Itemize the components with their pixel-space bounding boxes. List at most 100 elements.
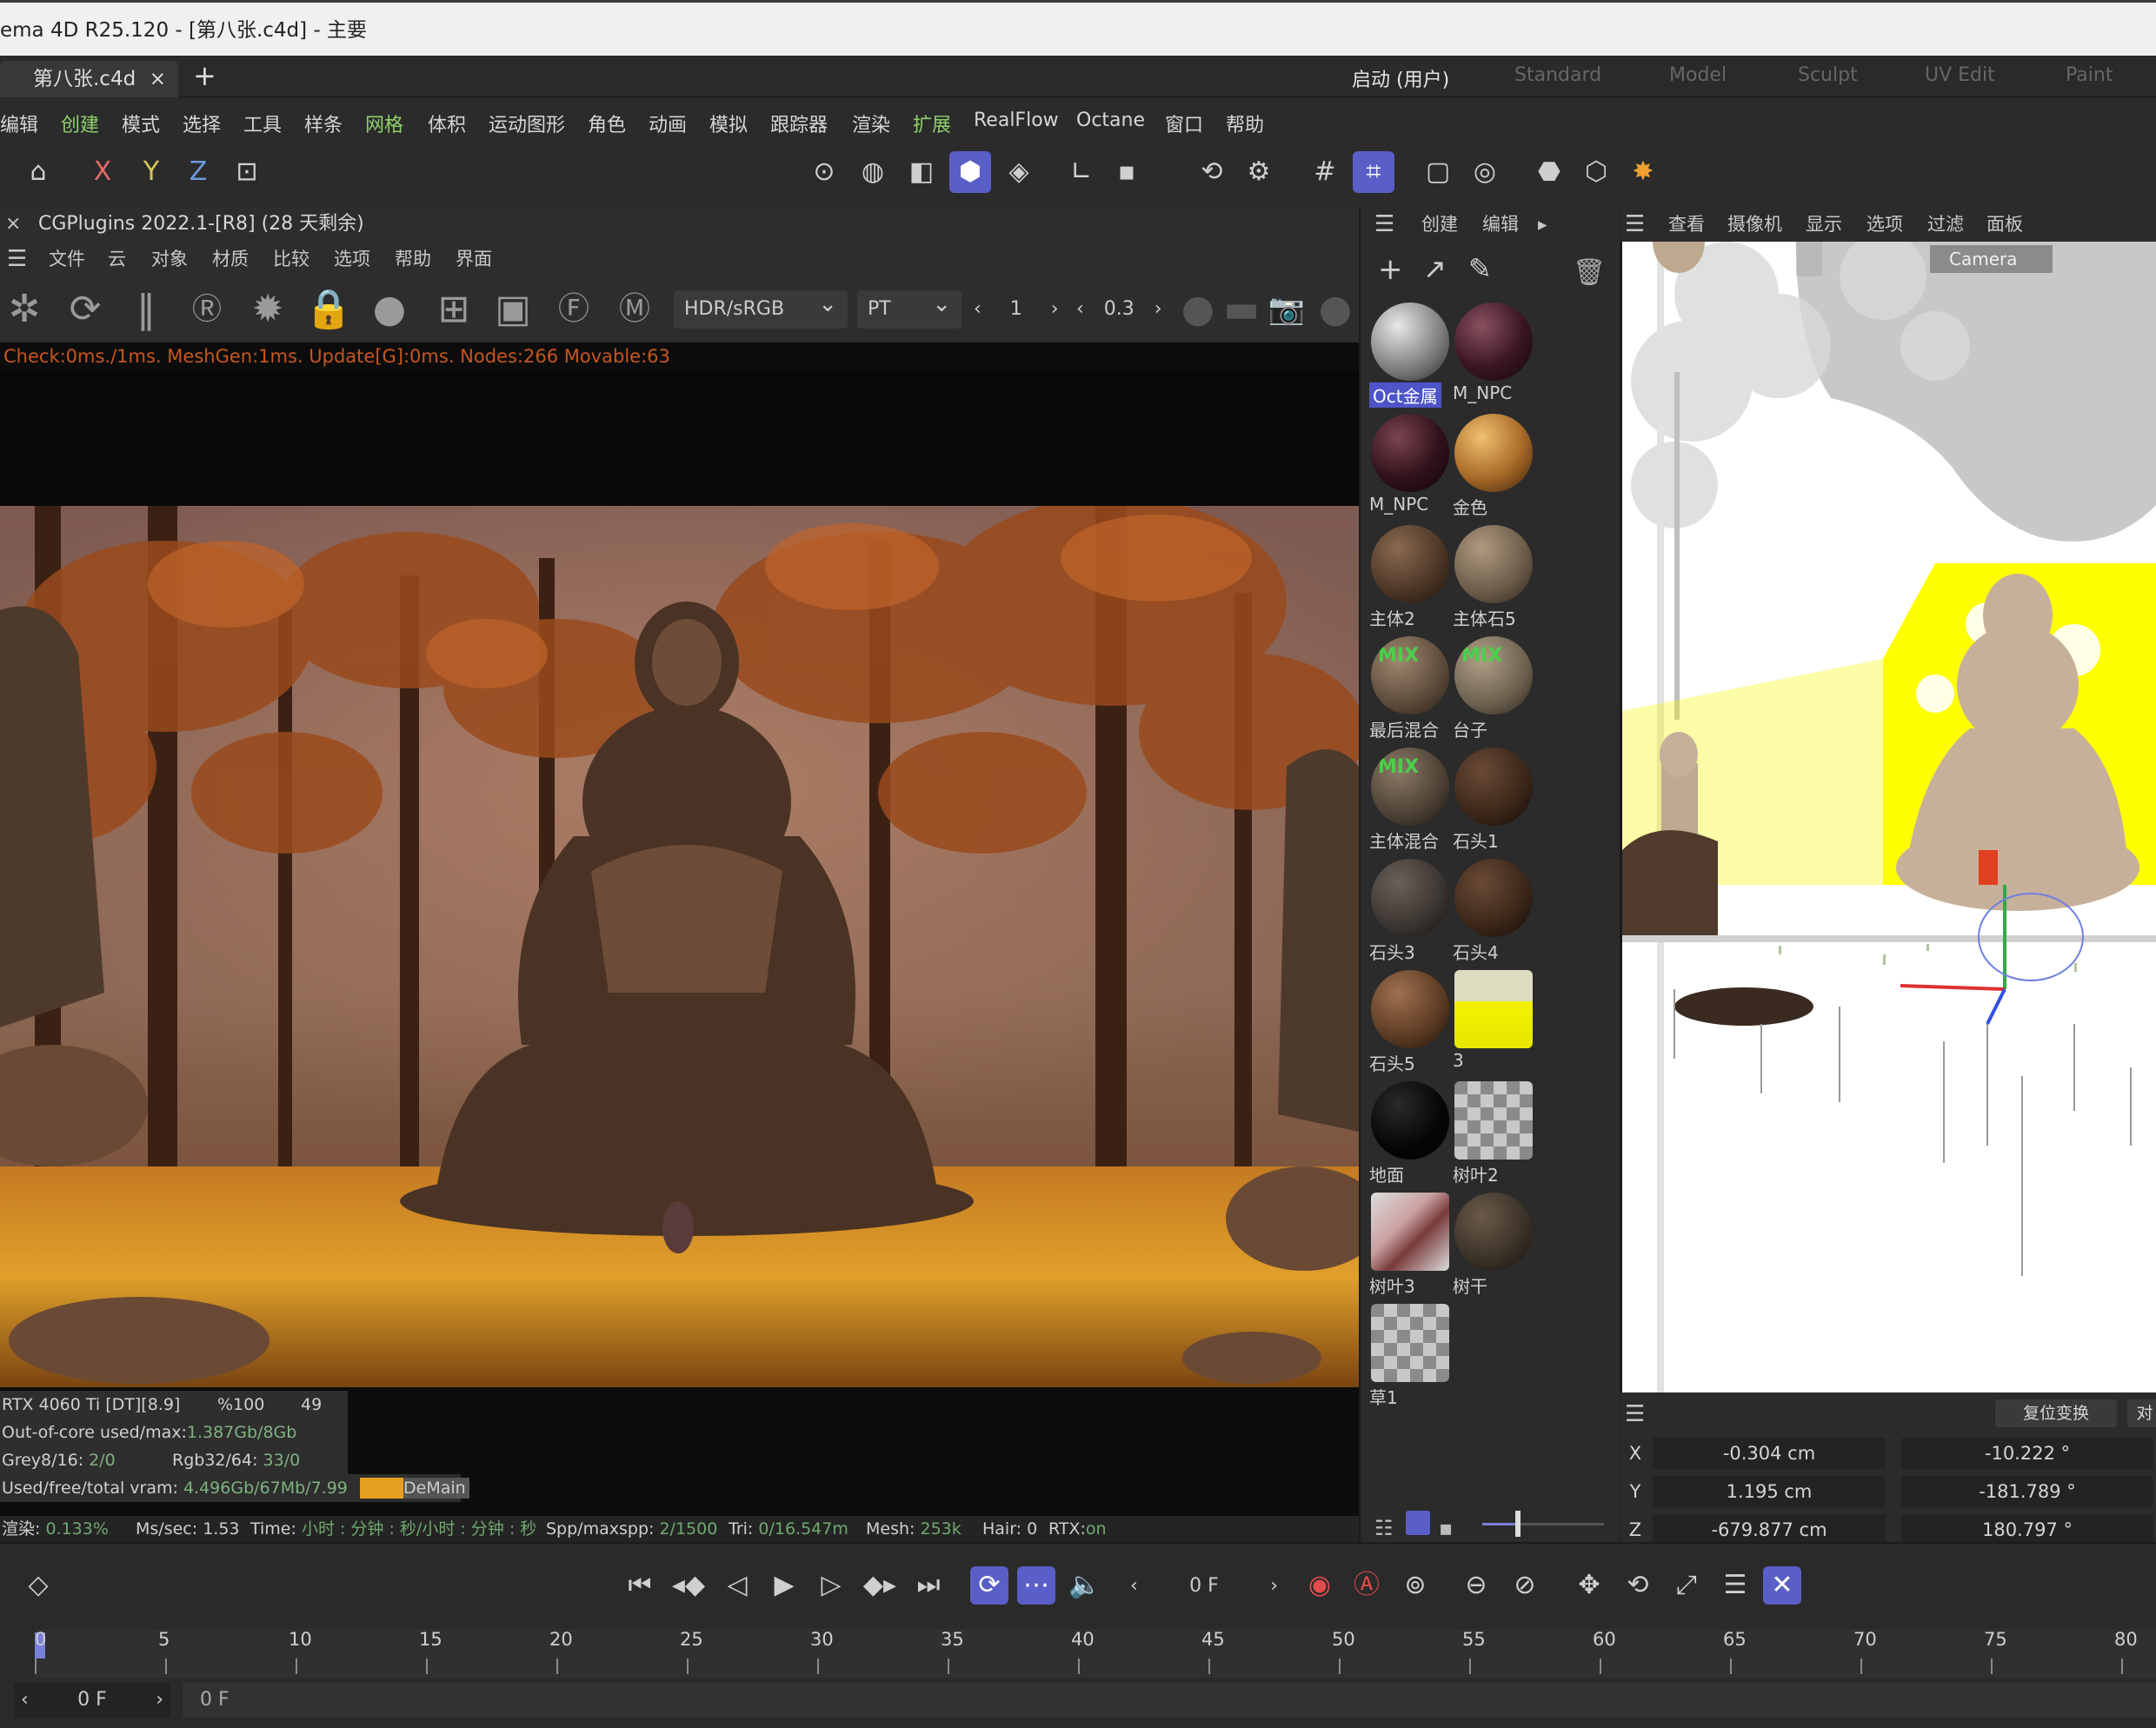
- kernel-dropdown[interactable]: PT: [857, 285, 962, 329]
- add-material-icon[interactable]: +: [1378, 252, 1403, 287]
- uv-mode-icon[interactable]: ◈: [998, 151, 1040, 193]
- snap-icon[interactable]: ⟲: [1191, 151, 1233, 193]
- edge-mode-icon[interactable]: ◧: [901, 151, 942, 193]
- material-swatch[interactable]: [1371, 525, 1449, 603]
- menu-octane[interactable]: Octane: [1076, 110, 1145, 131]
- menu-simulate[interactable]: 模拟: [709, 110, 748, 137]
- viewport-menu-filter[interactable]: 过滤: [1927, 207, 1964, 242]
- material-name[interactable]: 地面: [1369, 1161, 1404, 1186]
- material-swatch[interactable]: [1371, 970, 1449, 1048]
- playback-rate-icon[interactable]: ⋯: [1017, 1566, 1055, 1605]
- parameter-key-icon[interactable]: ☰: [1716, 1566, 1754, 1605]
- z-axis-lock-button[interactable]: Z: [177, 151, 219, 193]
- record-keys-icon[interactable]: ◉: [1301, 1566, 1339, 1605]
- menu-animate[interactable]: 动画: [649, 110, 687, 137]
- material-name[interactable]: 主体混合: [1369, 827, 1439, 853]
- material-name[interactable]: 树叶3: [1369, 1273, 1415, 1298]
- material-menu-more-icon[interactable]: ▸: [1538, 207, 1547, 242]
- material-swatch[interactable]: [1371, 859, 1449, 937]
- delete-material-icon[interactable]: 🗑: [1573, 257, 1606, 288]
- menu-realflow[interactable]: RealFlow: [974, 110, 1059, 131]
- material-name[interactable]: 最后混合: [1369, 716, 1439, 741]
- material-name[interactable]: 石头3: [1369, 939, 1415, 964]
- material-swatch[interactable]: [1454, 748, 1533, 826]
- pause-render-icon[interactable]: ‖: [122, 285, 170, 334]
- go-to-end-icon[interactable]: ⏭: [909, 1566, 948, 1605]
- lock-icon[interactable]: 🔒: [304, 285, 353, 334]
- material-swatch[interactable]: [1454, 302, 1533, 381]
- material-name[interactable]: 草1: [1369, 1384, 1398, 1409]
- move-icon[interactable]: ↗: [1423, 252, 1447, 285]
- material-swatch[interactable]: [1371, 302, 1449, 381]
- render-region-icon[interactable]: ◎: [1464, 151, 1506, 193]
- menu-extensions[interactable]: 扩展: [913, 110, 951, 137]
- new-tab-button[interactable]: +: [193, 59, 216, 92]
- send-scene-icon[interactable]: ✲: [0, 285, 49, 334]
- material-swatch[interactable]: [1371, 1304, 1449, 1382]
- layout-tab-startup[interactable]: 启动 (用户): [1344, 64, 1457, 103]
- menu-select[interactable]: 选择: [183, 110, 221, 137]
- apply-button[interactable]: 对: [2127, 1399, 2156, 1427]
- next-key-icon[interactable]: ◆▸: [861, 1566, 899, 1605]
- list-view-icon[interactable]: ☷: [1374, 1516, 1394, 1540]
- scale-key-icon[interactable]: ⤢: [1667, 1566, 1706, 1605]
- autokey-icon[interactable]: Ⓐ: [1348, 1566, 1386, 1605]
- snap-settings-icon[interactable]: ⚙: [1238, 151, 1280, 193]
- material-name[interactable]: Oct金属: [1369, 382, 1441, 408]
- next-frame-icon[interactable]: ▷: [812, 1566, 850, 1605]
- material-swatch[interactable]: [1371, 414, 1449, 492]
- point-mode-icon[interactable]: ◍: [852, 151, 894, 193]
- live-viewer-icon[interactable]: ✸: [1622, 151, 1664, 193]
- timeline-settings-icon[interactable]: ⊘: [1506, 1566, 1544, 1605]
- viewport-menu-camera[interactable]: 摄像机: [1727, 207, 1782, 242]
- layout-tab-model[interactable]: Model: [1669, 64, 1727, 86]
- timeline-ruler[interactable]: 0 5 10 15 20 25 30 35 40 45 50 55 60 65 70 75 80: [35, 1629, 2156, 1678]
- menu-mograph[interactable]: 运动图形: [489, 110, 565, 137]
- octane-menu-objects[interactable]: 对象: [151, 242, 188, 276]
- close-tab-icon[interactable]: ×: [150, 61, 166, 97]
- add-region-icon[interactable]: ⊞: [429, 285, 478, 334]
- material-name[interactable]: 石头1: [1453, 827, 1499, 853]
- camera-badge[interactable]: Camera: [1930, 245, 2053, 273]
- position-field-z[interactable]: -679.877 cm: [1653, 1514, 1886, 1545]
- grid-view-icon[interactable]: [1406, 1511, 1430, 1535]
- material-ball-icon[interactable]: ●: [365, 285, 414, 334]
- material-name[interactable]: M_NPC: [1369, 494, 1428, 515]
- previous-key-icon[interactable]: ◂◆: [669, 1566, 708, 1605]
- viewport-menu-panel[interactable]: 面板: [1986, 207, 2023, 242]
- record-icon[interactable]: ●: [1174, 285, 1222, 334]
- play-icon[interactable]: ▶: [765, 1566, 803, 1605]
- menu-tools[interactable]: 工具: [243, 110, 282, 137]
- rotation-field-y[interactable]: -181.789 °: [1901, 1476, 2153, 1507]
- octane-menu-materials[interactable]: 材质: [212, 242, 249, 276]
- menu-character[interactable]: 角色: [588, 110, 626, 137]
- material-swatch[interactable]: MIX: [1454, 636, 1533, 714]
- material-menu-create[interactable]: 创建: [1421, 207, 1458, 242]
- overlay-icon[interactable]: ●: [1311, 285, 1360, 334]
- material-swatch[interactable]: MIX: [1371, 748, 1449, 826]
- focus-region-icon[interactable]: ▣: [489, 285, 537, 334]
- loop-icon[interactable]: ⟳: [970, 1566, 1008, 1605]
- material-name[interactable]: 台子: [1453, 716, 1487, 741]
- editor-viewport[interactable]: Camera: [1620, 242, 2156, 1392]
- menu-volume[interactable]: 体积: [428, 110, 466, 137]
- rotation-field-z[interactable]: 180.797 °: [1901, 1514, 2153, 1545]
- layout-tab-sculpt[interactable]: Sculpt: [1798, 64, 1858, 86]
- octane-menu-interface[interactable]: 界面: [456, 242, 492, 276]
- octane-menu-compare[interactable]: 比较: [273, 242, 309, 276]
- tweak-mode-icon[interactable]: ▪: [1106, 151, 1148, 193]
- layout-tab-paint[interactable]: Paint: [2066, 64, 2113, 86]
- material-swatch[interactable]: [1454, 525, 1533, 603]
- material-swatch[interactable]: [1454, 859, 1533, 937]
- large-view-icon[interactable]: ▪: [1439, 1516, 1453, 1540]
- rotation-field-x[interactable]: -10.222 °: [1901, 1438, 2153, 1469]
- octane-settings-icon[interactable]: ⬡: [1575, 151, 1617, 193]
- point-level-anim-icon[interactable]: ✕: [1763, 1566, 1801, 1605]
- material-swatch[interactable]: MIX: [1371, 636, 1449, 714]
- menu-spline[interactable]: 样条: [304, 110, 343, 137]
- keyframe-selection-icon[interactable]: ⊚: [1396, 1566, 1434, 1605]
- material-name[interactable]: 树干: [1453, 1273, 1487, 1298]
- close-viewer-icon[interactable]: ×: [5, 207, 21, 242]
- material-swatch[interactable]: [1454, 1081, 1533, 1160]
- model-mode-icon[interactable]: ⊙: [803, 151, 845, 193]
